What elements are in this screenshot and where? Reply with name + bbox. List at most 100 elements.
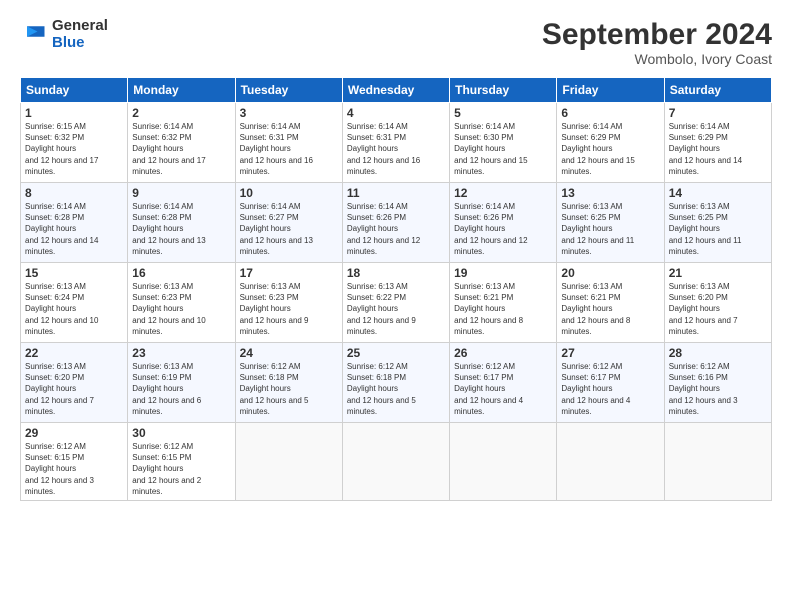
table-row: 1 Sunrise: 6:15 AMSunset: 6:32 PMDayligh… [21, 103, 128, 183]
cell-info: Sunrise: 6:13 AMSunset: 6:20 PMDaylight … [669, 282, 738, 336]
day-number: 29 [25, 426, 123, 440]
calendar-page: General Blue September 2024 Wombolo, Ivo… [0, 0, 792, 612]
cell-info: Sunrise: 6:13 AMSunset: 6:24 PMDaylight … [25, 282, 98, 336]
cell-info: Sunrise: 6:13 AMSunset: 6:25 PMDaylight … [669, 202, 742, 256]
cell-info: Sunrise: 6:12 AMSunset: 6:15 PMDaylight … [25, 442, 94, 496]
logo-icon [20, 21, 48, 49]
logo-general: General [52, 18, 108, 35]
day-number: 20 [561, 266, 659, 280]
day-number: 9 [132, 186, 230, 200]
table-row: 27 Sunrise: 6:12 AMSunset: 6:17 PMDaylig… [557, 343, 664, 423]
day-number: 27 [561, 346, 659, 360]
month-title: September 2024 [542, 18, 772, 51]
table-row [342, 423, 449, 501]
cell-info: Sunrise: 6:12 AMSunset: 6:17 PMDaylight … [454, 362, 523, 416]
cell-info: Sunrise: 6:14 AMSunset: 6:27 PMDaylight … [240, 202, 313, 256]
logo-blue: Blue [52, 35, 108, 52]
table-row: 23 Sunrise: 6:13 AMSunset: 6:19 PMDaylig… [128, 343, 235, 423]
cell-info: Sunrise: 6:14 AMSunset: 6:29 PMDaylight … [669, 122, 742, 176]
table-row: 2 Sunrise: 6:14 AMSunset: 6:32 PMDayligh… [128, 103, 235, 183]
table-row: 24 Sunrise: 6:12 AMSunset: 6:18 PMDaylig… [235, 343, 342, 423]
table-row: 9 Sunrise: 6:14 AMSunset: 6:28 PMDayligh… [128, 183, 235, 263]
day-number: 12 [454, 186, 552, 200]
col-tuesday: Tuesday [235, 78, 342, 103]
day-number: 18 [347, 266, 445, 280]
cell-info: Sunrise: 6:14 AMSunset: 6:28 PMDaylight … [132, 202, 205, 256]
table-row: 4 Sunrise: 6:14 AMSunset: 6:31 PMDayligh… [342, 103, 449, 183]
day-number: 19 [454, 266, 552, 280]
day-number: 6 [561, 106, 659, 120]
table-row: 30 Sunrise: 6:12 AMSunset: 6:15 PMDaylig… [128, 423, 235, 501]
table-row: 17 Sunrise: 6:13 AMSunset: 6:23 PMDaylig… [235, 263, 342, 343]
table-row: 21 Sunrise: 6:13 AMSunset: 6:20 PMDaylig… [664, 263, 771, 343]
table-row: 26 Sunrise: 6:12 AMSunset: 6:17 PMDaylig… [450, 343, 557, 423]
day-number: 7 [669, 106, 767, 120]
table-row: 18 Sunrise: 6:13 AMSunset: 6:22 PMDaylig… [342, 263, 449, 343]
table-row: 5 Sunrise: 6:14 AMSunset: 6:30 PMDayligh… [450, 103, 557, 183]
table-row: 13 Sunrise: 6:13 AMSunset: 6:25 PMDaylig… [557, 183, 664, 263]
logo-text: General Blue [52, 18, 108, 51]
col-wednesday: Wednesday [342, 78, 449, 103]
cell-info: Sunrise: 6:14 AMSunset: 6:31 PMDaylight … [347, 122, 420, 176]
day-number: 25 [347, 346, 445, 360]
table-row [664, 423, 771, 501]
cell-info: Sunrise: 6:12 AMSunset: 6:18 PMDaylight … [240, 362, 309, 416]
day-number: 16 [132, 266, 230, 280]
table-row: 19 Sunrise: 6:13 AMSunset: 6:21 PMDaylig… [450, 263, 557, 343]
day-number: 26 [454, 346, 552, 360]
day-number: 23 [132, 346, 230, 360]
day-number: 4 [347, 106, 445, 120]
cell-info: Sunrise: 6:14 AMSunset: 6:32 PMDaylight … [132, 122, 205, 176]
cell-info: Sunrise: 6:12 AMSunset: 6:17 PMDaylight … [561, 362, 630, 416]
day-number: 24 [240, 346, 338, 360]
cell-info: Sunrise: 6:13 AMSunset: 6:20 PMDaylight … [25, 362, 94, 416]
table-row: 3 Sunrise: 6:14 AMSunset: 6:31 PMDayligh… [235, 103, 342, 183]
table-row: 10 Sunrise: 6:14 AMSunset: 6:27 PMDaylig… [235, 183, 342, 263]
cell-info: Sunrise: 6:12 AMSunset: 6:16 PMDaylight … [669, 362, 738, 416]
day-number: 15 [25, 266, 123, 280]
day-number: 17 [240, 266, 338, 280]
logo: General Blue [20, 18, 108, 51]
cell-info: Sunrise: 6:12 AMSunset: 6:18 PMDaylight … [347, 362, 416, 416]
table-row: 14 Sunrise: 6:13 AMSunset: 6:25 PMDaylig… [664, 183, 771, 263]
table-row: 6 Sunrise: 6:14 AMSunset: 6:29 PMDayligh… [557, 103, 664, 183]
table-row: 12 Sunrise: 6:14 AMSunset: 6:26 PMDaylig… [450, 183, 557, 263]
cell-info: Sunrise: 6:14 AMSunset: 6:26 PMDaylight … [454, 202, 527, 256]
table-row [557, 423, 664, 501]
title-block: September 2024 Wombolo, Ivory Coast [542, 18, 772, 67]
table-row: 25 Sunrise: 6:12 AMSunset: 6:18 PMDaylig… [342, 343, 449, 423]
day-number: 22 [25, 346, 123, 360]
calendar-header-row: Sunday Monday Tuesday Wednesday Thursday… [21, 78, 772, 103]
table-row: 22 Sunrise: 6:13 AMSunset: 6:20 PMDaylig… [21, 343, 128, 423]
day-number: 21 [669, 266, 767, 280]
cell-info: Sunrise: 6:13 AMSunset: 6:23 PMDaylight … [132, 282, 205, 336]
col-sunday: Sunday [21, 78, 128, 103]
cell-info: Sunrise: 6:13 AMSunset: 6:23 PMDaylight … [240, 282, 309, 336]
day-number: 28 [669, 346, 767, 360]
day-number: 13 [561, 186, 659, 200]
day-number: 11 [347, 186, 445, 200]
cell-info: Sunrise: 6:12 AMSunset: 6:15 PMDaylight … [132, 442, 201, 496]
day-number: 5 [454, 106, 552, 120]
table-row [450, 423, 557, 501]
table-row: 28 Sunrise: 6:12 AMSunset: 6:16 PMDaylig… [664, 343, 771, 423]
day-number: 3 [240, 106, 338, 120]
location-subtitle: Wombolo, Ivory Coast [542, 51, 772, 67]
day-number: 14 [669, 186, 767, 200]
day-number: 2 [132, 106, 230, 120]
cell-info: Sunrise: 6:13 AMSunset: 6:21 PMDaylight … [454, 282, 523, 336]
table-row: 8 Sunrise: 6:14 AMSunset: 6:28 PMDayligh… [21, 183, 128, 263]
cell-info: Sunrise: 6:14 AMSunset: 6:26 PMDaylight … [347, 202, 420, 256]
calendar-table: Sunday Monday Tuesday Wednesday Thursday… [20, 77, 772, 501]
table-row: 7 Sunrise: 6:14 AMSunset: 6:29 PMDayligh… [664, 103, 771, 183]
table-row [235, 423, 342, 501]
cell-info: Sunrise: 6:14 AMSunset: 6:31 PMDaylight … [240, 122, 313, 176]
col-friday: Friday [557, 78, 664, 103]
header: General Blue September 2024 Wombolo, Ivo… [20, 18, 772, 67]
day-number: 10 [240, 186, 338, 200]
cell-info: Sunrise: 6:13 AMSunset: 6:19 PMDaylight … [132, 362, 201, 416]
cell-info: Sunrise: 6:13 AMSunset: 6:25 PMDaylight … [561, 202, 634, 256]
cell-info: Sunrise: 6:14 AMSunset: 6:30 PMDaylight … [454, 122, 527, 176]
cell-info: Sunrise: 6:15 AMSunset: 6:32 PMDaylight … [25, 122, 98, 176]
col-saturday: Saturday [664, 78, 771, 103]
